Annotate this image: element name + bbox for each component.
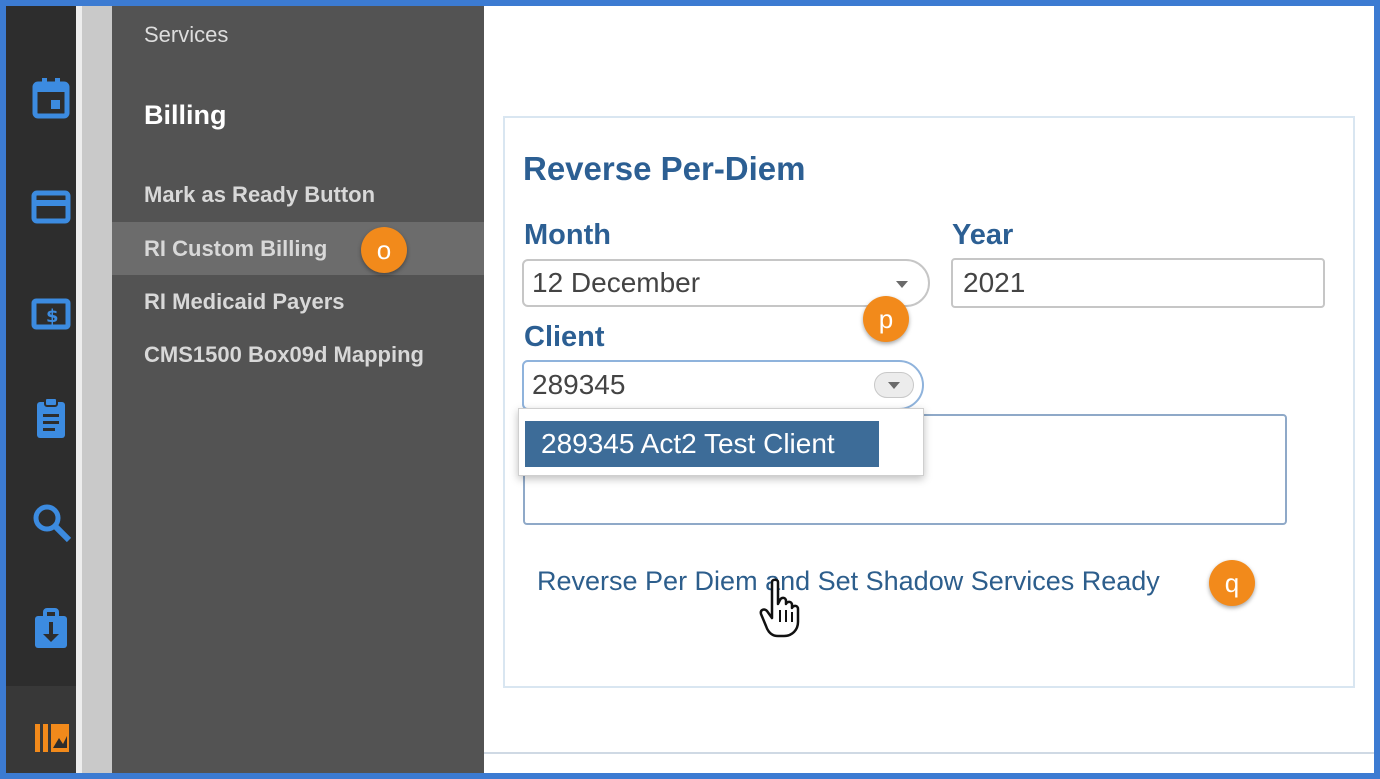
year-input-value: 2021 [963, 267, 1026, 298]
year-label: Year [952, 219, 1014, 251]
reverse-per-diem-link[interactable]: Reverse Per Diem and Set Shadow Services… [537, 566, 1160, 597]
menu-item-services[interactable]: Services [144, 22, 228, 48]
client-dropdown-list: 289345 Act2 Test Client [518, 408, 924, 476]
client-select-value: 289345 [532, 369, 626, 400]
menu-item-mark-as-ready[interactable]: Mark as Ready Button [144, 182, 375, 208]
chevron-down-icon [896, 281, 908, 288]
year-input[interactable]: 2021 [951, 258, 1325, 308]
clipboard-icon[interactable] [30, 397, 72, 439]
sidebar-divider-strip [76, 0, 112, 779]
credit-card-icon[interactable] [30, 186, 72, 228]
menu-item-ri-medicaid-payers[interactable]: RI Medicaid Payers [144, 289, 345, 315]
callout-badge-q: q [1209, 560, 1255, 606]
client-select[interactable]: 289345 [522, 360, 924, 410]
menu-heading-billing: Billing [144, 100, 227, 130]
callout-badge-p: p [863, 296, 909, 342]
library-icon[interactable] [30, 717, 72, 759]
hand-pointer-cursor-icon [759, 578, 800, 638]
client-dropdown-toggle[interactable] [874, 372, 914, 398]
briefcase-download-icon[interactable] [30, 607, 72, 649]
month-select-value: 12 December [532, 267, 701, 298]
svg-text:$: $ [46, 306, 59, 327]
menu-item-cms1500-mapping[interactable]: CMS1500 Box09d Mapping [144, 342, 424, 368]
billing-menu-panel: Services Billing Mark as Ready Button RI… [112, 0, 484, 779]
client-label: Client [524, 321, 605, 353]
dollar-bill-icon[interactable]: $ [30, 293, 72, 335]
chevron-down-icon [888, 382, 900, 389]
calendar-icon[interactable] [30, 78, 72, 120]
month-label: Month [524, 219, 611, 251]
window-frame-top [0, 0, 1380, 6]
client-option[interactable]: 289345 Act2 Test Client [525, 421, 879, 467]
form-title: Reverse Per-Diem [523, 150, 806, 187]
month-select[interactable]: 12 December [522, 259, 930, 307]
search-icon[interactable] [30, 502, 72, 544]
bottom-divider [484, 752, 1374, 754]
callout-badge-o: o [361, 227, 407, 273]
menu-item-ri-custom-billing[interactable]: RI Custom Billing [144, 236, 327, 262]
